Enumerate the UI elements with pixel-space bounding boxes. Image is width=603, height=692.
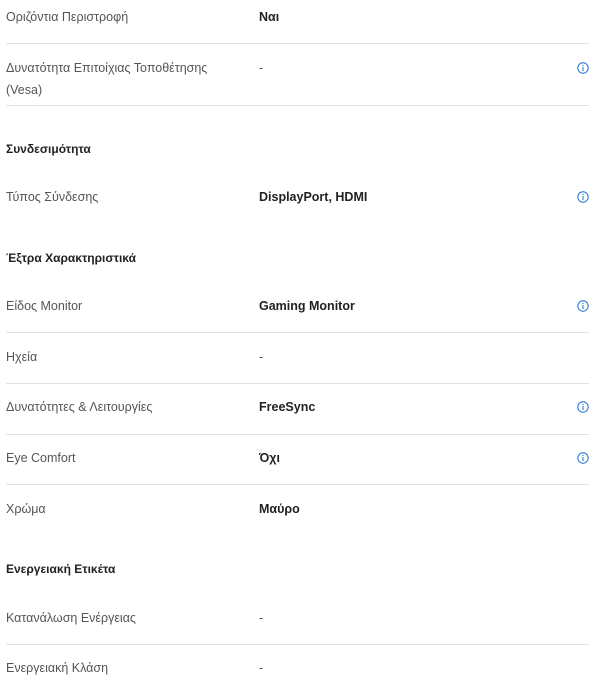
spec-row-connection-type: Τύπος Σύνδεσης DisplayPort, HDMI [6,186,589,216]
spec-row-speakers: Ηχεία - [6,346,589,384]
spec-row-vesa: Δυνατότητα Επιτοίχιας Τοποθέτησης (Vesa)… [6,57,589,106]
spec-value: - [259,61,264,75]
spec-value: - [259,661,264,675]
spec-value: Gaming Monitor [259,299,355,313]
info-icon[interactable] [577,62,589,74]
spec-label: Τύπος Σύνδεσης [6,190,99,204]
spec-label: Κατανάλωση Ενέργειας [6,611,136,625]
spec-label: Δυνατότητες & Λειτουργίες [6,400,153,414]
spec-value: DisplayPort, HDMI [259,190,368,204]
spec-row-horizontal-rotation: Οριζόντια Περιστροφή Ναι [6,6,589,44]
spec-value: Μαύρο [259,502,300,516]
info-icon[interactable] [577,401,589,413]
spec-label: Χρώμα [6,502,46,516]
spec-label: Δυνατότητα Επιτοίχιας Τοποθέτησης (Vesa) [6,61,208,97]
spec-label: Eye Comfort [6,451,76,465]
spec-value: - [259,350,264,364]
info-icon[interactable] [577,452,589,464]
spec-label: Ηχεία [6,350,38,364]
spec-row-eye-comfort: Eye Comfort Όχι [6,447,589,485]
spec-row-monitor-type: Είδος Monitor Gaming Monitor [6,295,589,333]
spec-value: Όχι [259,451,280,465]
spec-value: Ναι [259,10,280,24]
spec-label: Είδος Monitor [6,299,83,313]
spec-row-power-consumption: Κατανάλωση Ενέργειας - [6,607,589,645]
spec-value: - [259,611,264,625]
section-title-connectivity: Συνδεσιμότητα [6,142,91,156]
info-icon[interactable] [577,191,589,203]
section-title-energy-label: Ενεργειακή Ετικέτα [6,562,116,576]
spec-row-color: Χρώμα Μαύρο [6,498,589,528]
spec-label: Οριζόντια Περιστροφή [6,10,129,24]
info-icon[interactable] [577,300,589,312]
spec-row-features: Δυνατότητες & Λειτουργίες FreeSync [6,396,589,435]
section-title-extra-features: Έξτρα Χαρακτηριστικά [6,251,136,265]
spec-row-energy-class: Ενεργειακή Κλάση - [6,657,589,687]
spec-label: Ενεργειακή Κλάση [6,661,109,675]
spec-value: FreeSync [259,400,316,414]
